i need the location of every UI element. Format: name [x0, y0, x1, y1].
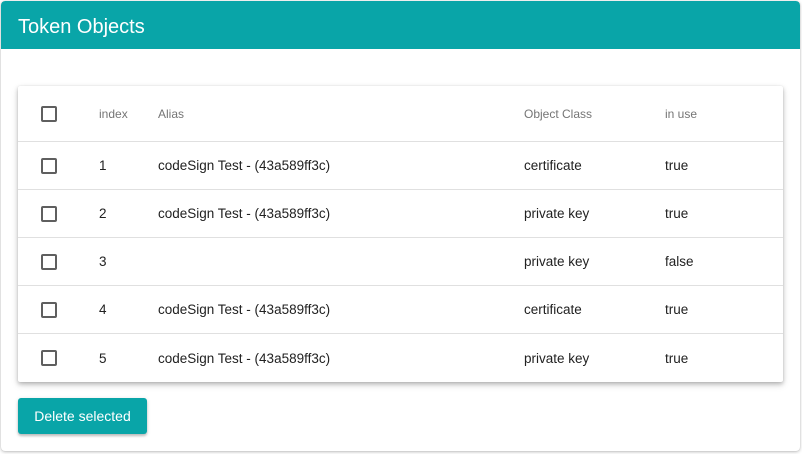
row-object-class: private key — [524, 254, 590, 269]
row-checkbox[interactable] — [41, 157, 57, 174]
row-index: 5 — [99, 350, 107, 366]
table-header-row: index Alias Object Class in use — [18, 86, 783, 142]
row-alias: codeSign Test - (43a589ff3c) — [158, 302, 331, 317]
token-objects-table: index Alias Object Class in use 1 codeSi… — [18, 86, 783, 382]
row-select-cell — [41, 142, 57, 189]
row-index: 2 — [99, 206, 107, 221]
row-object-class: private key — [524, 350, 590, 366]
row-index: 4 — [99, 302, 107, 317]
row-in-use: true — [665, 350, 689, 366]
row-index: 3 — [99, 254, 107, 269]
column-header-in-use[interactable]: in use — [665, 86, 697, 141]
table-row[interactable]: 2 codeSign Test - (43a589ff3c) private k… — [18, 190, 783, 238]
row-in-use: false — [665, 254, 694, 269]
row-alias: codeSign Test - (43a589ff3c) — [158, 350, 331, 366]
row-select-cell — [41, 334, 57, 382]
row-alias: codeSign Test - (43a589ff3c) — [158, 158, 331, 173]
row-checkbox[interactable] — [41, 205, 57, 222]
token-objects-card: Token Objects index Alias Object Class i… — [1, 1, 800, 451]
table-row[interactable]: 5 codeSign Test - (43a589ff3c) private k… — [18, 334, 783, 382]
row-in-use: true — [665, 206, 689, 221]
row-object-class: certificate — [524, 158, 582, 173]
row-checkbox[interactable] — [41, 253, 57, 270]
row-checkbox[interactable] — [41, 301, 57, 318]
table-row[interactable]: 4 codeSign Test - (43a589ff3c) certifica… — [18, 286, 783, 334]
page-title: Token Objects — [18, 16, 145, 38]
row-select-cell — [41, 190, 57, 237]
delete-selected-button[interactable]: Delete selected — [18, 398, 147, 434]
select-all-cell — [41, 86, 57, 141]
row-in-use: true — [665, 158, 689, 173]
card-header: Token Objects — [1, 1, 800, 49]
row-object-class: certificate — [524, 302, 582, 317]
column-header-object-class[interactable]: Object Class — [524, 86, 592, 141]
table-row[interactable]: 3 private key false — [18, 238, 783, 286]
select-all-checkbox[interactable] — [41, 105, 57, 122]
column-header-alias[interactable]: Alias — [158, 86, 184, 141]
row-object-class: private key — [524, 206, 590, 221]
table-row[interactable]: 1 codeSign Test - (43a589ff3c) certifica… — [18, 142, 783, 190]
row-alias: codeSign Test - (43a589ff3c) — [158, 206, 331, 221]
row-select-cell — [41, 238, 57, 285]
row-checkbox[interactable] — [41, 350, 57, 366]
row-select-cell — [41, 286, 57, 333]
row-index: 1 — [99, 158, 107, 173]
column-header-index[interactable]: index — [99, 86, 128, 141]
row-in-use: true — [665, 302, 689, 317]
